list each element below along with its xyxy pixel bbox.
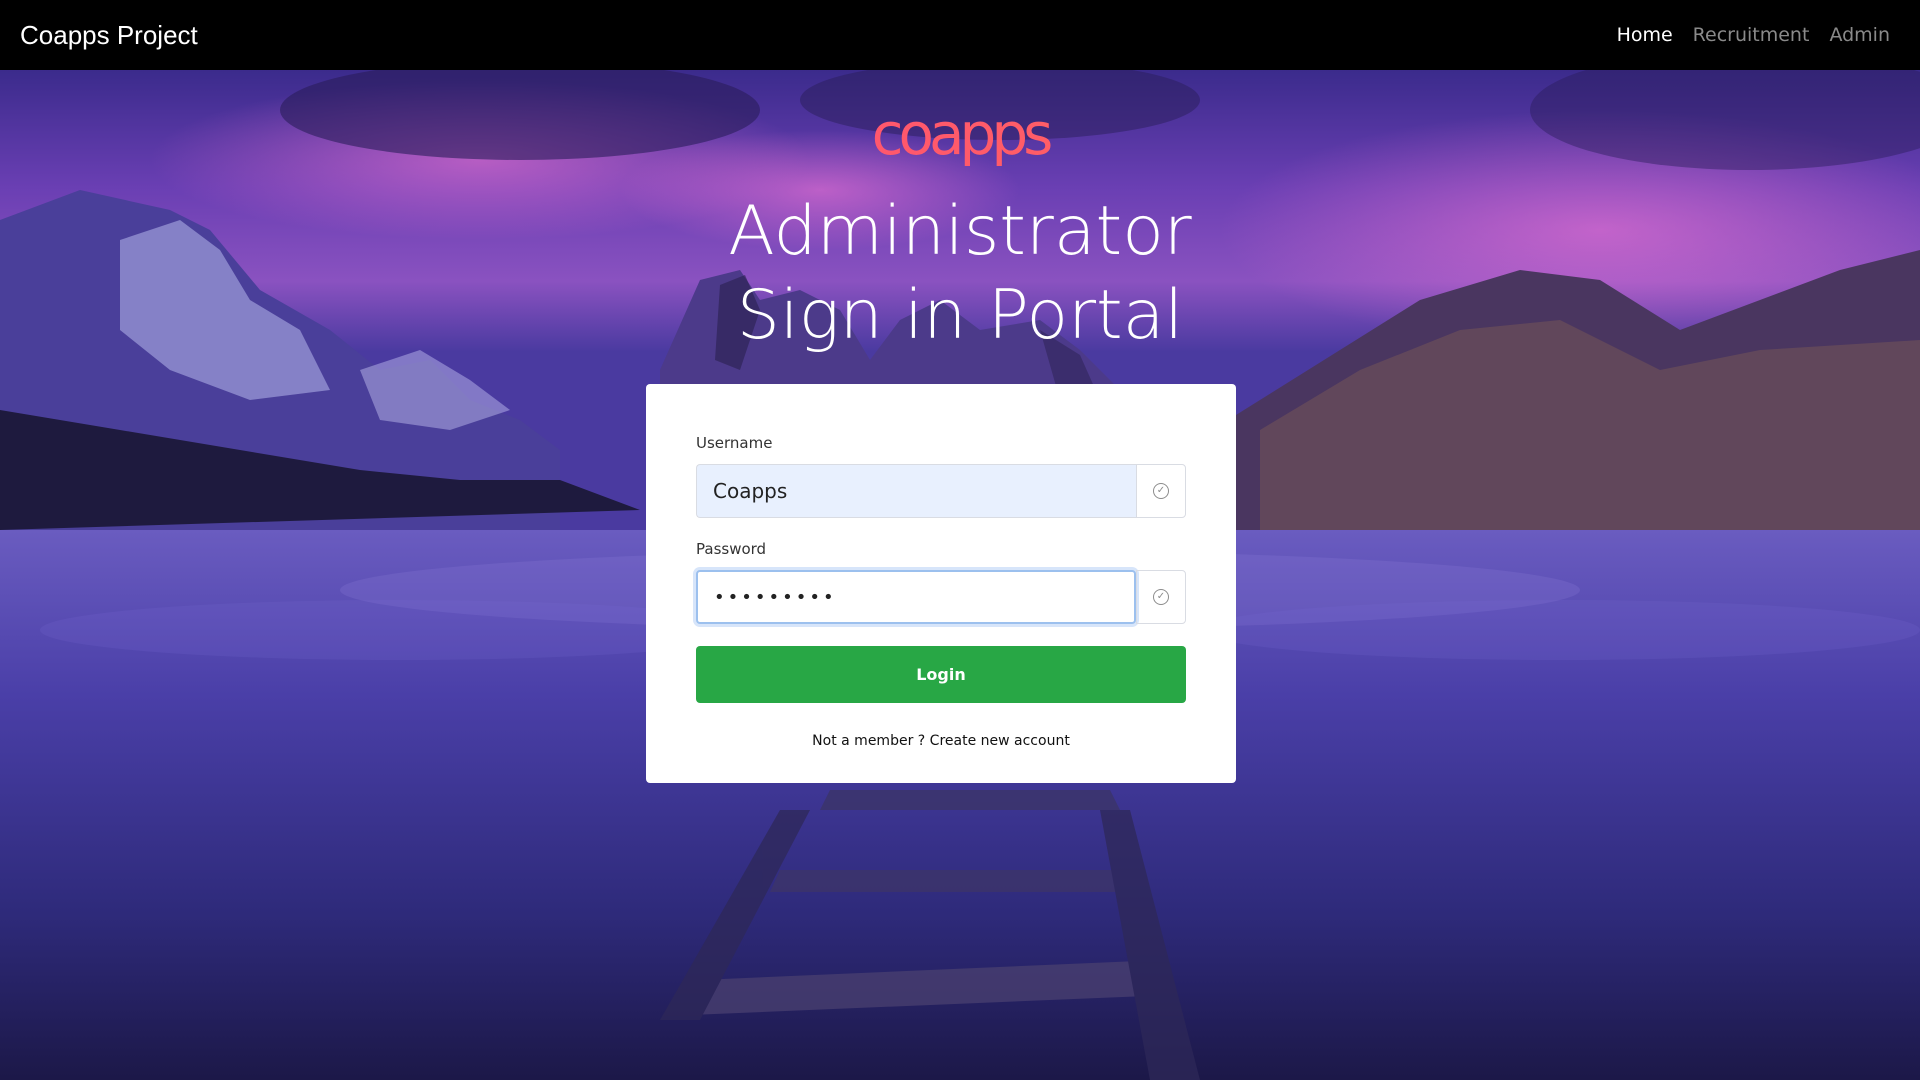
login-card: Username ✓ Password ✓ Login Not a member… <box>646 384 1236 783</box>
username-status-addon: ✓ <box>1136 464 1186 518</box>
signup-prompt: Not a member ? Create new account <box>696 733 1186 749</box>
check-circle-icon: ✓ <box>1153 589 1169 605</box>
username-group: ✓ <box>696 464 1186 518</box>
password-label: Password <box>696 540 767 558</box>
login-button[interactable]: Login <box>696 646 1186 703</box>
password-status-addon: ✓ <box>1136 570 1186 624</box>
nav-admin[interactable]: Admin <box>1829 24 1890 46</box>
nav-links: Home Recruitment Admin <box>1617 24 1900 46</box>
username-label: Username <box>696 434 773 452</box>
create-account-link[interactable]: Create new account <box>930 733 1070 749</box>
username-input[interactable] <box>696 464 1136 518</box>
password-group: ✓ <box>696 570 1186 624</box>
nav-home[interactable]: Home <box>1617 24 1673 46</box>
check-circle-icon: ✓ <box>1153 483 1169 499</box>
coapps-logo: coapps <box>0 100 1920 168</box>
brand-link[interactable]: Coapps Project <box>20 20 198 51</box>
page-title: Administrator Sign in Portal <box>728 192 1192 355</box>
not-member-text: Not a member ? <box>812 733 926 749</box>
password-input[interactable] <box>696 570 1136 624</box>
nav-recruitment[interactable]: Recruitment <box>1693 24 1810 46</box>
navbar: Coapps Project Home Recruitment Admin <box>0 0 1920 70</box>
